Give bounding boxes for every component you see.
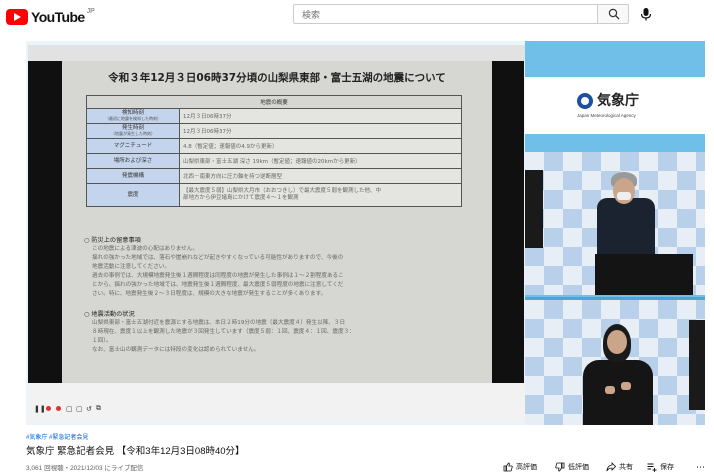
speaker-camera xyxy=(525,152,705,295)
table-row: 検知時刻 （最初に地震を検知した時刻） 12月３日06時37分 xyxy=(86,108,462,124)
copy-icon[interactable]: ⧉ xyxy=(96,405,101,413)
table-row: マグニチュード 4.8（暫定値；速報値の4.9から更新） xyxy=(86,138,462,154)
more-button[interactable]: ⋯ xyxy=(696,462,705,473)
document-camera-view: 令和３年12月３日06時37分頃の山梨県東部・富士五湖の地震について 地震の概要… xyxy=(28,61,524,383)
video-player[interactable]: 令和３年12月３日06時37分頃の山梨県東部・富士五湖の地震について 地震の概要… xyxy=(26,41,705,425)
paragraph-line: 過去の事例では、大規模地震発生後１週間程度は同程度の地震が発生した事例は１～２割… xyxy=(92,273,344,279)
add-playlist-icon xyxy=(647,463,657,472)
paragraph-line: １回）。 xyxy=(92,338,112,344)
search-box[interactable] xyxy=(293,4,598,24)
section-paragraph: この地震による津波の心配はありません。 揺れの強かった地域では、落石や崖崩れなど… xyxy=(92,245,472,299)
jma-name: 気象庁 xyxy=(597,93,639,109)
document-title: 令和３年12月３日06時37分頃の山梨県東部・富士五湖の地震について xyxy=(108,72,446,84)
section-heading: ○ 防災上の留意事項 xyxy=(84,237,141,244)
earthquake-summary-table: 地震の概要 検知時刻 （最初に地震を検知した時刻） 12月３日06時37分 発生時… xyxy=(86,95,462,207)
paragraph-line: この地震による津波の心配はありません。 xyxy=(92,246,198,252)
row-value-line: 【最大震度５弱】山梨県大月市（おおつきし）で最大震度５弱を観測した他、中 xyxy=(183,188,382,194)
paragraph-line: 揺れの強かった地域では、落石や崖崩れなどが起きやすくなっている可能性がありますの… xyxy=(92,255,344,261)
jma-name-en: Japan Meteorological Agency xyxy=(577,113,636,118)
dislike-label: 低評価 xyxy=(568,464,589,471)
row-label: 場所および深さ xyxy=(86,153,180,169)
record-icon[interactable] xyxy=(46,406,51,411)
row-label: マグニチュード xyxy=(86,138,180,154)
table-row: 発生時刻 （地震が発生した時刻） 12月３日06時37分 xyxy=(86,123,462,139)
rotate-icon[interactable]: ↺ xyxy=(86,405,92,413)
table-row: 場所および深さ 山梨県東部・富士五湖 深さ 19km（暫定値；速報値の20kmか… xyxy=(86,153,462,169)
row-value: 北西－南東方向に圧力軸を持つ逆断層型 xyxy=(179,168,462,184)
row-label: 震度 xyxy=(86,183,180,207)
logo-wordmark: YouTube xyxy=(31,9,85,25)
paragraph-line: とから、揺れの強かった地域では、地震発生後１週間程度、最大震度５弱程度の地震に注… xyxy=(92,282,344,288)
share-button[interactable]: 共有 xyxy=(606,462,633,472)
table-row: 震度 【最大震度５弱】山梨県大月市（おおつきし）で最大震度５弱を観測した他、中 … xyxy=(86,183,462,207)
thumbs-up-icon xyxy=(503,462,513,472)
masthead: YouTube JP xyxy=(0,0,714,40)
row-value: 12月３日06時37分 xyxy=(179,123,462,139)
pause-icon[interactable]: ❚❚ xyxy=(34,405,46,413)
paragraph-line: 山梨県東部・富士五湖付近を震源とする地震は、本日２時19分の地震（最大震度４）発… xyxy=(92,320,346,326)
share-icon xyxy=(606,462,616,472)
paragraph-line: なお、富士山の観測データには特段の変化は認められていません。 xyxy=(92,347,260,353)
paragraph-line: 地震活動に注意してください。 xyxy=(92,264,170,270)
more-icon: ⋯ xyxy=(696,462,705,472)
row-label: 発震機構 xyxy=(86,168,180,184)
sign-language-camera xyxy=(525,297,705,425)
document-viewer-controls: ❚❚ ▢ ▢ ↺ ⧉ xyxy=(28,383,525,421)
paragraph-line: ８時現在、震度１以上を観測した地震が３回発生しています（震度５弱：１回、震度４：… xyxy=(92,329,355,335)
row-sublabel: （最初に地震を検知した時刻） xyxy=(105,116,161,121)
square-icon[interactable]: ▢ xyxy=(76,405,83,413)
jma-logo-panel: 気象庁 Japan Meteorological Agency xyxy=(525,77,705,134)
monitor-right xyxy=(689,320,705,410)
monitor-left xyxy=(525,170,543,248)
table-row: 発震機構 北西－南東方向に圧力軸を持つ逆断層型 xyxy=(86,168,462,184)
play-logo-icon xyxy=(6,9,28,25)
record-icon[interactable] xyxy=(56,406,61,411)
video-title: 気象庁 緊急記者会見 【令和3年12月3日08時40分】 xyxy=(26,446,245,457)
save-button[interactable]: 保存 xyxy=(647,462,674,472)
row-value: 12月３日06時37分 xyxy=(179,108,462,124)
square-icon[interactable]: ▢ xyxy=(66,405,73,413)
row-value: 4.8（暫定値；速報値の4.9から更新） xyxy=(179,138,462,154)
country-code: JP xyxy=(86,7,95,15)
hashtags[interactable]: #気象庁 #緊急記者会見 xyxy=(26,432,88,441)
like-button[interactable]: 高評価 xyxy=(503,462,537,472)
youtube-logo[interactable]: YouTube JP xyxy=(6,8,95,26)
row-value: 山梨県東部・富士五湖 深さ 19km（暫定値；速報値の20kmから更新） xyxy=(179,153,462,169)
like-label: 高評価 xyxy=(516,464,537,471)
document-paper: 令和３年12月３日06時37分頃の山梨県東部・富士五湖の地震について 地震の概要… xyxy=(62,61,492,383)
slide-panel: 令和３年12月３日06時37分頃の山梨県東部・富士五湖の地震について 地震の概要… xyxy=(26,41,525,425)
save-label: 保存 xyxy=(660,464,674,471)
share-label: 共有 xyxy=(619,464,633,471)
row-value-line: 部地方から伊豆諸島にかけて震度４～１を観測 xyxy=(183,195,299,201)
paragraph-line: さい。特に、地震発生後２～３日程度は、規模の大きな地震が発生することが多くありま… xyxy=(92,291,327,297)
section-heading: ○ 地震活動の状況 xyxy=(84,311,135,318)
video-meta: 3,061 回視聴・2021/12/03 にライブ配信 xyxy=(26,465,144,472)
slide-top-strip xyxy=(28,45,525,61)
podium xyxy=(595,254,693,295)
dislike-button[interactable]: 低評価 xyxy=(555,462,589,472)
thumbs-down-icon xyxy=(555,462,565,472)
row-sublabel: （地震が発生した時刻） xyxy=(111,131,155,136)
table-header: 地震の概要 xyxy=(86,95,462,109)
search-input[interactable] xyxy=(300,6,584,24)
section-paragraph: 山梨県東部・富士五湖付近を震源とする地震は、本日２時19分の地震（最大震度４）発… xyxy=(92,319,472,355)
jma-emblem-icon xyxy=(577,93,593,109)
microphone-icon[interactable] xyxy=(638,6,654,22)
search-button[interactable] xyxy=(598,4,629,24)
search-icon xyxy=(608,8,620,20)
